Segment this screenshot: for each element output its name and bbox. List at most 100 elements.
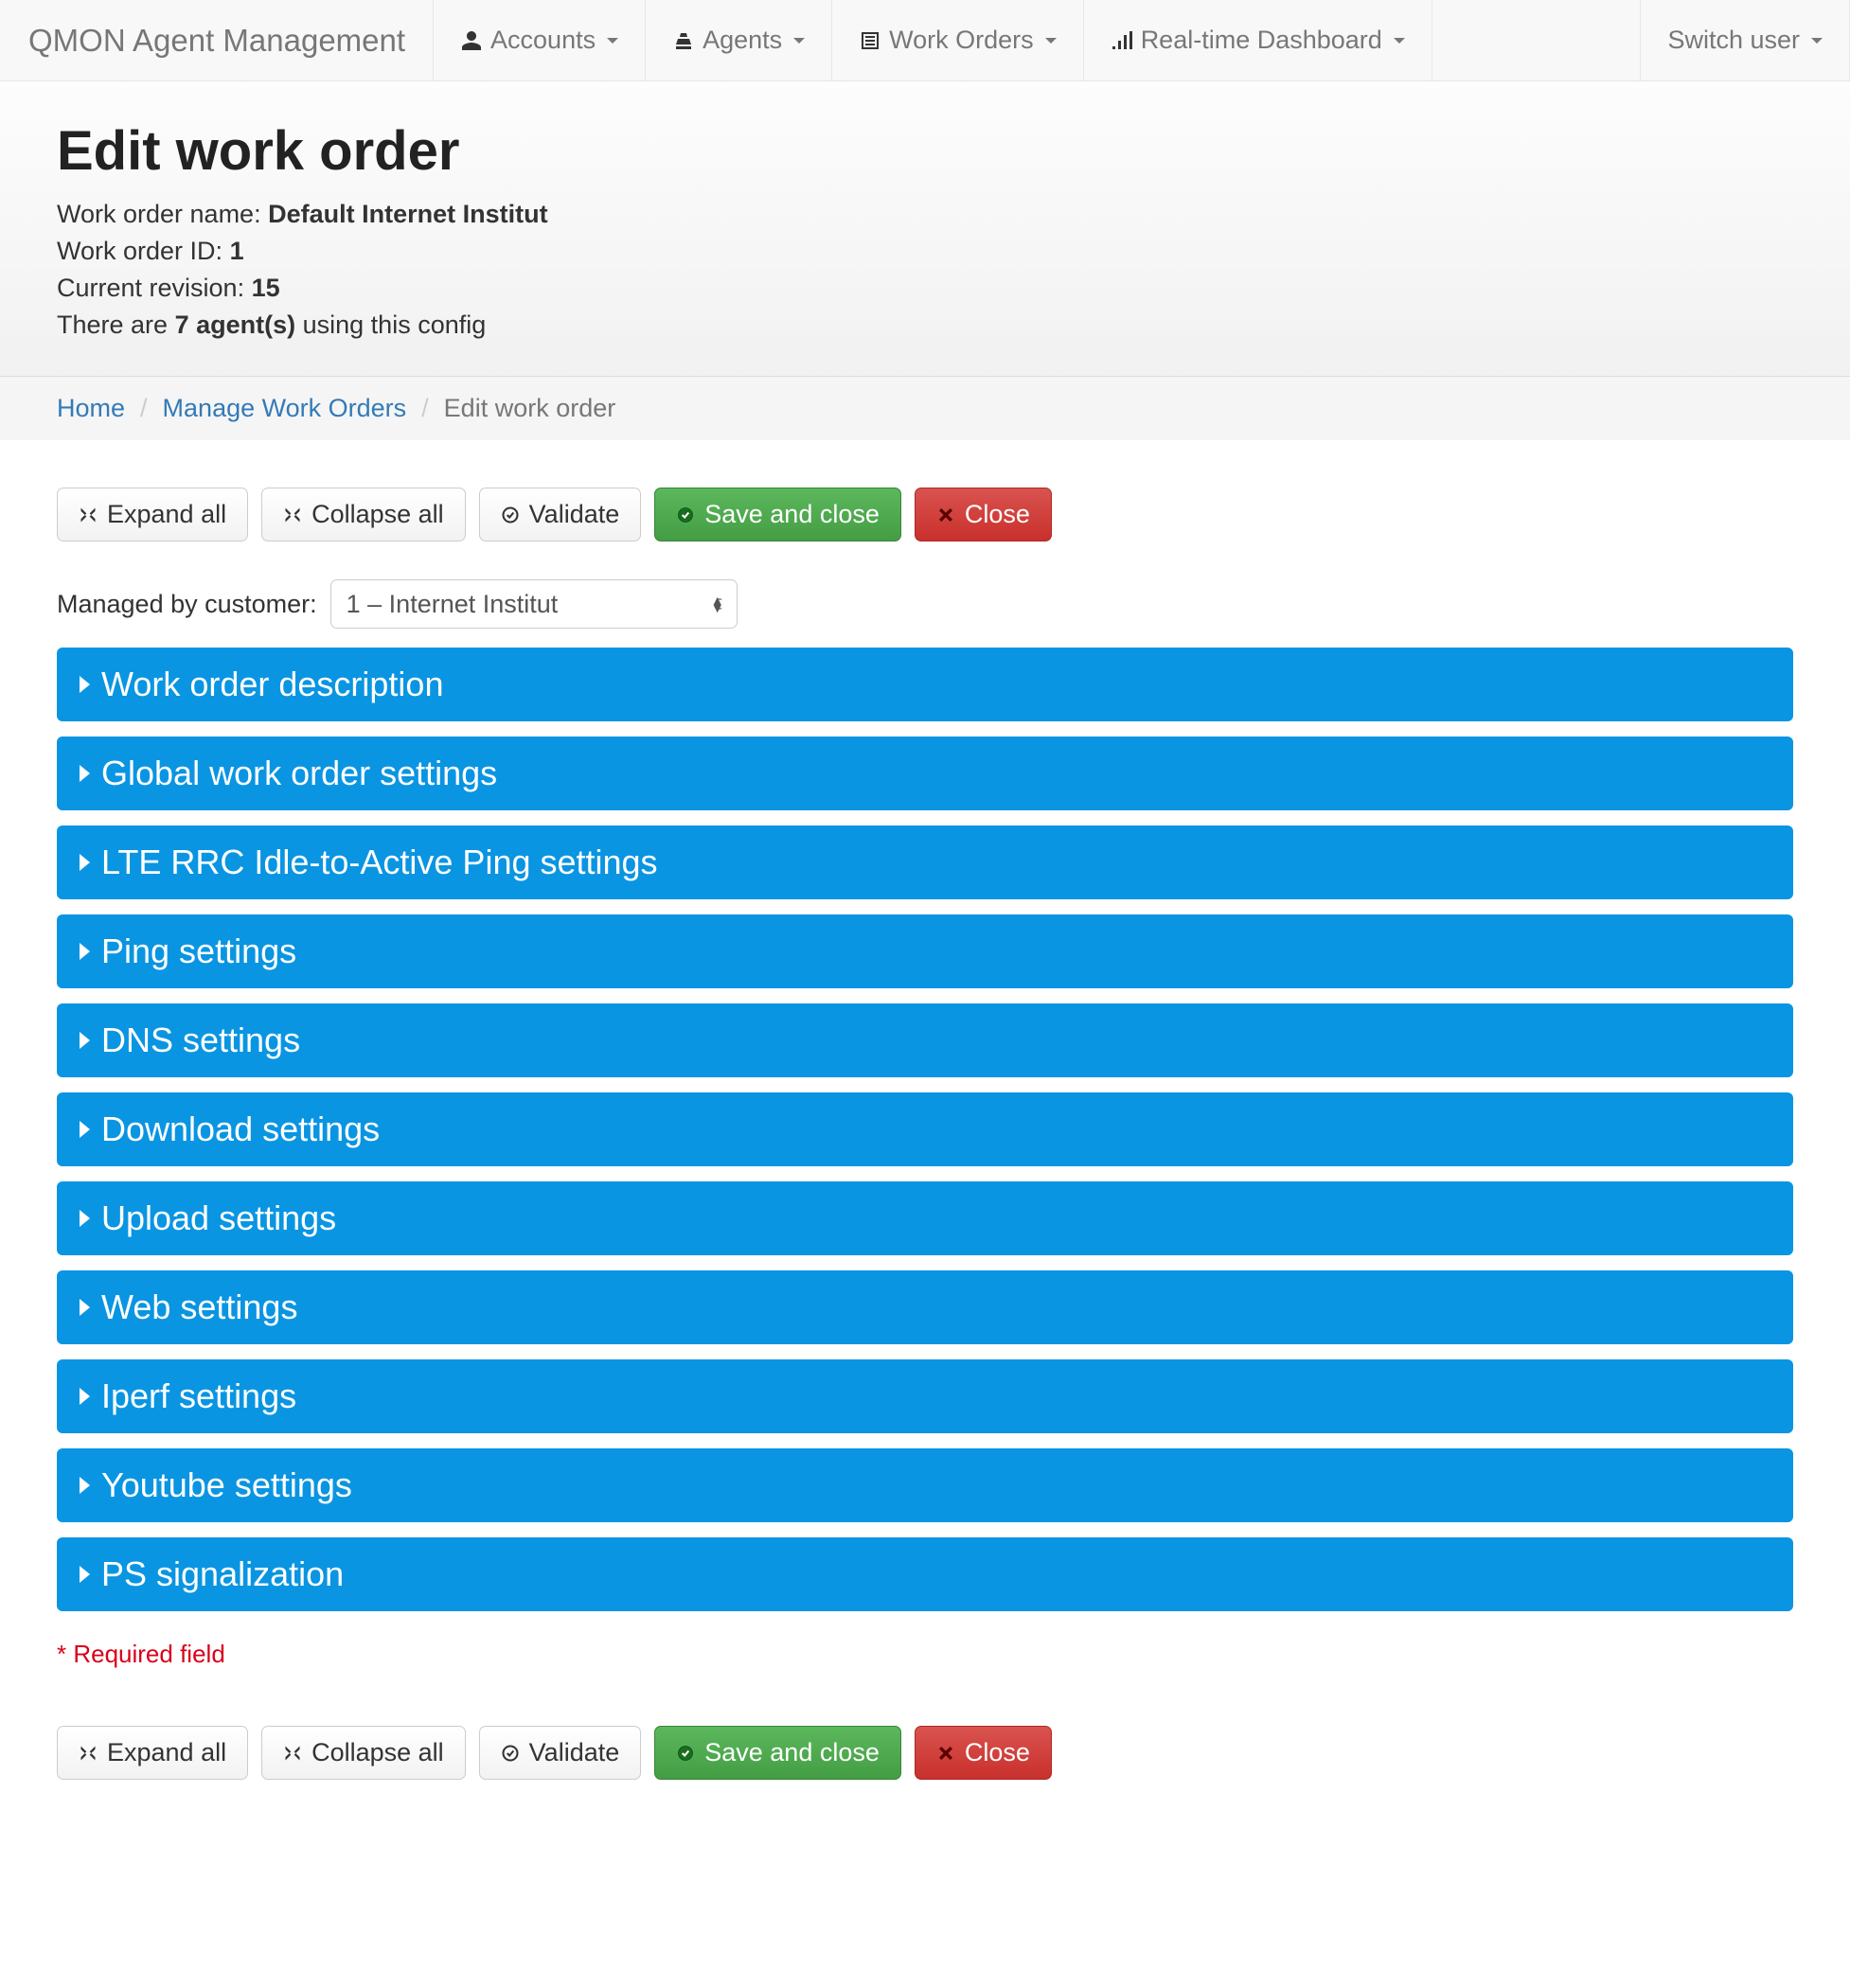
agents-count: 7 agent(s) (175, 311, 296, 339)
button-label: Save and close (704, 1738, 880, 1767)
app-brand: QMON Agent Management (0, 0, 434, 80)
chevron-right-icon (80, 1032, 90, 1049)
breadcrumb-manage[interactable]: Manage Work Orders (163, 394, 407, 423)
nav-label: Real-time Dashboard (1141, 26, 1382, 55)
nav-dashboard[interactable]: Real-time Dashboard (1083, 0, 1432, 80)
collapse-all-button[interactable]: Collapse all (261, 488, 466, 541)
toolbar-bottom: Expand all Collapse all Validate Save an… (57, 1726, 1793, 1780)
accordion-panel[interactable]: PS signalization (57, 1537, 1793, 1611)
button-label: Save and close (704, 500, 880, 529)
signal-icon (1111, 29, 1133, 52)
page-title: Edit work order (57, 119, 1793, 183)
accordion-panel[interactable]: Upload settings (57, 1181, 1793, 1255)
button-label: Collapse all (311, 1738, 444, 1767)
close-icon (936, 1744, 955, 1763)
nav-agents[interactable]: Agents (645, 0, 832, 80)
work-order-name-line: Work order name: Default Internet Instit… (57, 200, 1793, 229)
caret-icon (793, 38, 805, 44)
accordion-panel[interactable]: Download settings (57, 1092, 1793, 1166)
chevron-right-icon (80, 1121, 90, 1138)
close-icon (936, 506, 955, 524)
revision-value: 15 (252, 274, 280, 302)
nav-accounts[interactable]: Accounts (433, 0, 646, 80)
collapse-all-button[interactable]: Collapse all (261, 1726, 466, 1780)
accordion-panel[interactable]: Work order description (57, 648, 1793, 721)
chevron-right-icon (80, 1210, 90, 1227)
chevron-right-icon (80, 854, 90, 871)
nav-label: Accounts (490, 26, 596, 55)
save-close-button[interactable]: Save and close (654, 488, 901, 541)
button-label: Expand all (107, 500, 226, 529)
button-label: Collapse all (311, 500, 444, 529)
page-header: Edit work order Work order name: Default… (0, 81, 1850, 377)
agents-line: There are 7 agent(s) using this config (57, 311, 1793, 340)
caret-icon (607, 38, 618, 44)
panel-title: Youtube settings (101, 1465, 352, 1505)
agents-suffix: using this config (303, 311, 487, 339)
collapse-icon (283, 1744, 302, 1763)
check-circle-icon (501, 506, 520, 524)
top-navbar: QMON Agent Management Accounts Agents Wo… (0, 0, 1850, 81)
required-field-note: * Required field (57, 1640, 1793, 1669)
accordion-panel[interactable]: Iperf settings (57, 1359, 1793, 1433)
button-label: Expand all (107, 1738, 226, 1767)
managed-by-select-wrap: 1 – Internet Institut ▲▼ (330, 579, 738, 629)
caret-icon (1394, 38, 1405, 44)
breadcrumb-current: Edit work order (444, 394, 616, 423)
panel-title: Ping settings (101, 932, 296, 971)
expand-all-button[interactable]: Expand all (57, 1726, 248, 1780)
panel-title: LTE RRC Idle-to-Active Ping settings (101, 843, 658, 882)
panel-title: Download settings (101, 1109, 380, 1149)
button-label: Close (965, 1738, 1030, 1767)
nav-label: Agents (703, 26, 782, 55)
user-icon (460, 29, 483, 52)
collapse-icon (283, 506, 302, 524)
close-button[interactable]: Close (915, 488, 1052, 541)
toolbar-top: Expand all Collapse all Validate Save an… (57, 488, 1793, 541)
close-button[interactable]: Close (915, 1726, 1052, 1780)
expand-icon (79, 506, 98, 524)
nav-label: Work Orders (889, 26, 1034, 55)
panel-title: Iperf settings (101, 1376, 296, 1416)
breadcrumb-home[interactable]: Home (57, 394, 125, 423)
managed-by-row: Managed by customer: 1 – Internet Instit… (57, 579, 1793, 629)
breadcrumb-separator: / (140, 394, 148, 423)
caret-icon (1045, 38, 1057, 44)
managed-by-select[interactable]: 1 – Internet Institut (330, 579, 738, 629)
managed-by-label: Managed by customer: (57, 590, 317, 619)
chevron-right-icon (80, 1388, 90, 1405)
panel-title: Web settings (101, 1287, 297, 1327)
agent-icon (672, 29, 695, 52)
accordion-panel[interactable]: Global work order settings (57, 737, 1793, 810)
nav-switch-user[interactable]: Switch user (1640, 0, 1850, 80)
accordion-panel[interactable]: Youtube settings (57, 1448, 1793, 1522)
nav-work-orders[interactable]: Work Orders (831, 0, 1084, 80)
main-content: Expand all Collapse all Validate Save an… (0, 440, 1850, 1884)
caret-icon (1811, 38, 1823, 44)
work-order-id-value: 1 (230, 237, 244, 265)
work-order-id-label: Work order ID: (57, 237, 222, 265)
accordion-panel[interactable]: DNS settings (57, 1003, 1793, 1077)
nav-label: Switch user (1667, 26, 1800, 55)
agents-prefix: There are (57, 311, 168, 339)
expand-all-button[interactable]: Expand all (57, 488, 248, 541)
button-label: Close (965, 500, 1030, 529)
accordion-panel[interactable]: Ping settings (57, 914, 1793, 988)
chevron-right-icon (80, 943, 90, 960)
accordion-panel[interactable]: LTE RRC Idle-to-Active Ping settings (57, 825, 1793, 899)
breadcrumb-separator: / (421, 394, 429, 423)
panel-title: Global work order settings (101, 754, 497, 793)
validate-button[interactable]: Validate (479, 488, 642, 541)
button-label: Validate (529, 500, 620, 529)
breadcrumb: Home / Manage Work Orders / Edit work or… (0, 377, 1850, 440)
validate-button[interactable]: Validate (479, 1726, 642, 1780)
save-close-button[interactable]: Save and close (654, 1726, 901, 1780)
chevron-right-icon (80, 1299, 90, 1316)
chevron-right-icon (80, 765, 90, 782)
panel-title: PS signalization (101, 1554, 344, 1594)
chevron-right-icon (80, 676, 90, 693)
work-order-id-line: Work order ID: 1 (57, 237, 1793, 266)
accordion-panel[interactable]: Web settings (57, 1270, 1793, 1344)
save-icon (676, 1744, 695, 1763)
revision-line: Current revision: 15 (57, 274, 1793, 303)
